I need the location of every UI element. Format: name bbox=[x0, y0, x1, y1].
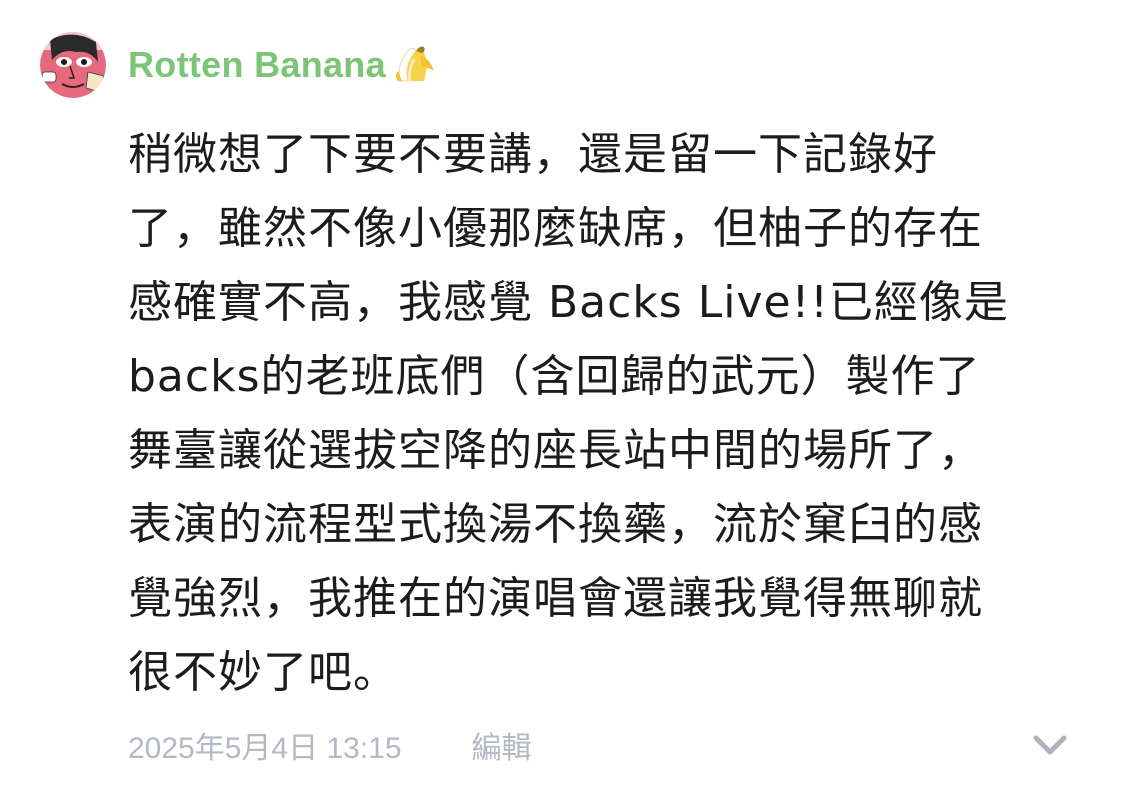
banana-icon bbox=[390, 41, 438, 89]
post-header: Rotten Banana bbox=[40, 30, 438, 100]
author-name[interactable]: Rotten Banana bbox=[128, 44, 386, 86]
post-timestamp: 2025年5月4日 13:15 bbox=[128, 732, 402, 765]
post-footer: 2025年5月4日 13:15 編輯 bbox=[128, 722, 1078, 768]
post-content: 稍微想了下要不要講，還是留一下記錄好 了，雖然不像小優那麼缺席，但柚子的存在 感… bbox=[128, 129, 1009, 698]
chevron-down-icon[interactable] bbox=[1030, 728, 1070, 762]
avatar-image bbox=[40, 32, 106, 98]
edit-button[interactable]: 編輯 bbox=[472, 723, 532, 767]
avatar[interactable] bbox=[40, 32, 106, 98]
